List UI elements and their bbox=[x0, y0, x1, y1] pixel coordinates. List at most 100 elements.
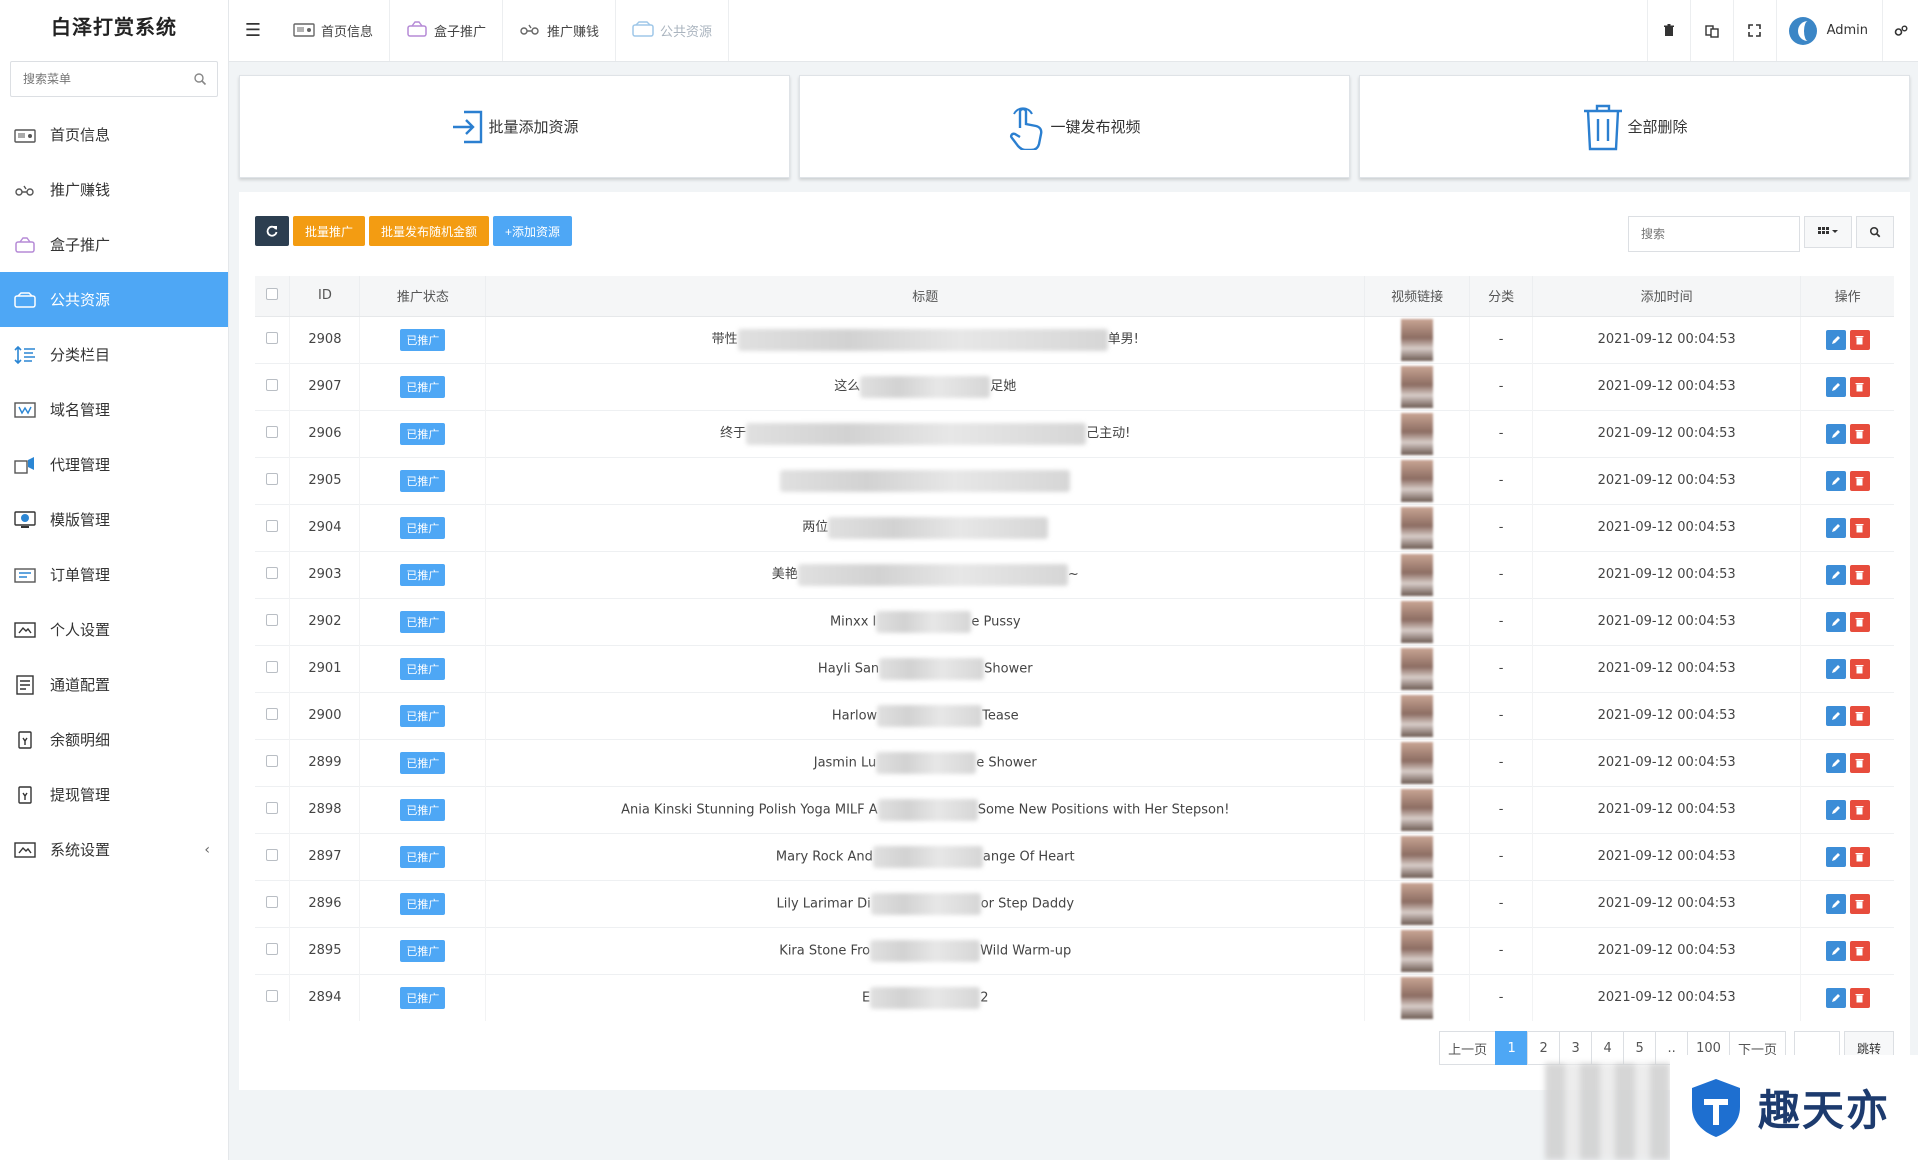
video-thumbnail[interactable] bbox=[1401, 694, 1434, 737]
edit-button[interactable] bbox=[1825, 470, 1846, 491]
delete-button[interactable] bbox=[1849, 470, 1870, 491]
delete-button[interactable] bbox=[1849, 940, 1870, 961]
row-checkbox[interactable] bbox=[266, 331, 279, 344]
table-row[interactable]: 2903 已推广 美艳 ~ - 2021-09-12 00:04:53 bbox=[255, 550, 1894, 598]
page-button[interactable]: 2 bbox=[1527, 1031, 1561, 1065]
row-checkbox[interactable] bbox=[266, 519, 279, 532]
table-row[interactable]: 2908 已推广 带性 单男! - 2021-09-12 00:04:53 bbox=[255, 315, 1894, 363]
table-row[interactable]: 2907 已推广 这么 足她 - 2021-09-12 00:04:53 bbox=[255, 362, 1894, 410]
delete-button[interactable] bbox=[1849, 611, 1870, 632]
delete-button[interactable] bbox=[1849, 376, 1870, 397]
col-category[interactable]: 分类 bbox=[1469, 276, 1533, 317]
video-thumbnail[interactable] bbox=[1401, 506, 1434, 549]
batch-promote-button[interactable]: 批量推广 bbox=[293, 216, 366, 246]
table-row[interactable]: 2906 已推广 终于 己主动! - 2021-09-12 00:04:53 bbox=[255, 409, 1894, 457]
delete-button[interactable] bbox=[1849, 517, 1870, 538]
sidebar-item-template[interactable]: 模版管理 bbox=[0, 492, 228, 547]
delete-button[interactable] bbox=[1849, 752, 1870, 773]
video-thumbnail[interactable] bbox=[1401, 835, 1434, 878]
sidebar-item-balance[interactable]: 余额明细 bbox=[0, 712, 228, 767]
sidebar-item-category[interactable]: 分类栏目 bbox=[0, 327, 228, 382]
top-tab-dashboard[interactable]: 首页信息 bbox=[277, 0, 391, 61]
page-button[interactable]: 1 bbox=[1495, 1031, 1529, 1065]
page-button[interactable]: 4 bbox=[1591, 1031, 1625, 1065]
col-add-time[interactable]: 添加时间 bbox=[1532, 276, 1801, 317]
row-checkbox[interactable] bbox=[266, 425, 279, 438]
edit-button[interactable] bbox=[1825, 799, 1846, 820]
row-checkbox[interactable] bbox=[266, 989, 279, 1002]
gears-icon[interactable] bbox=[1882, 0, 1918, 61]
table-row[interactable]: 2902 已推广 Minxx I e Pussy - 2021-09-12 00:… bbox=[255, 597, 1894, 645]
sidebar-item-resource[interactable]: 公共资源 bbox=[0, 272, 228, 327]
video-thumbnail[interactable] bbox=[1401, 741, 1434, 784]
col-id[interactable]: ID bbox=[289, 276, 360, 317]
table-row[interactable]: 2901 已推广 Hayli San Shower - 2021-09-12 00… bbox=[255, 644, 1894, 692]
refresh-button[interactable] bbox=[255, 216, 289, 246]
edit-button[interactable] bbox=[1825, 658, 1846, 679]
video-thumbnail[interactable] bbox=[1401, 788, 1434, 831]
edit-button[interactable] bbox=[1825, 329, 1846, 350]
edit-button[interactable] bbox=[1825, 846, 1846, 867]
row-checkbox[interactable] bbox=[266, 942, 279, 955]
batch-add-resource-card[interactable]: 批量添加资源 bbox=[239, 75, 790, 178]
trash-icon[interactable] bbox=[1646, 0, 1690, 61]
edit-button[interactable] bbox=[1825, 940, 1846, 961]
fullscreen-icon[interactable] bbox=[1732, 0, 1776, 61]
edit-button[interactable] bbox=[1825, 987, 1846, 1008]
sidebar-item-dashboard[interactable]: 首页信息 bbox=[0, 107, 228, 162]
top-tab-box[interactable]: 盒子推广 bbox=[390, 0, 504, 61]
top-tab-promote[interactable]: 推广赚钱 bbox=[503, 0, 617, 61]
table-row[interactable]: 2898 已推广 Ania Kinski Stunning Polish Yog… bbox=[255, 785, 1894, 833]
row-checkbox[interactable] bbox=[266, 895, 279, 908]
batch-publish-random-button[interactable]: 批量发布随机金额 bbox=[369, 216, 490, 246]
sidebar-item-agent[interactable]: 代理管理 bbox=[0, 437, 228, 492]
add-resource-button[interactable]: +添加资源 bbox=[493, 216, 573, 246]
user-menu[interactable]: Admin bbox=[1775, 0, 1882, 61]
row-checkbox[interactable] bbox=[266, 801, 279, 814]
delete-button[interactable] bbox=[1849, 893, 1870, 914]
page-button[interactable]: 3 bbox=[1559, 1031, 1593, 1065]
col-title[interactable]: 标题 bbox=[485, 276, 1365, 317]
sidebar-item-withdraw[interactable]: 提现管理 bbox=[0, 767, 228, 822]
table-row[interactable]: 2894 已推广 E2 - 2021-09-12 00:04:53 bbox=[255, 973, 1894, 1021]
menu-search-input[interactable] bbox=[11, 62, 217, 96]
columns-toggle-button[interactable] bbox=[1804, 216, 1852, 248]
page-button[interactable]: 5 bbox=[1623, 1031, 1657, 1065]
video-thumbnail[interactable] bbox=[1401, 647, 1434, 690]
sidebar-item-order[interactable]: 订单管理 bbox=[0, 547, 228, 602]
clear-cache-icon[interactable] bbox=[1689, 0, 1733, 61]
select-all-checkbox[interactable] bbox=[266, 287, 279, 300]
sidebar-item-domain[interactable]: 域名管理 bbox=[0, 382, 228, 437]
table-search-input[interactable] bbox=[1628, 216, 1800, 252]
sidebar-item-box[interactable]: 盒子推广 bbox=[0, 217, 228, 272]
edit-button[interactable] bbox=[1825, 564, 1846, 585]
delete-button[interactable] bbox=[1849, 799, 1870, 820]
col-video-link[interactable]: 视频链接 bbox=[1364, 276, 1470, 317]
table-row[interactable]: 2896 已推广 Lily Larimar Di or Step Daddy - … bbox=[255, 879, 1894, 927]
menu-toggle-icon[interactable]: ☰ bbox=[229, 0, 277, 61]
search-icon[interactable] bbox=[193, 72, 207, 86]
row-checkbox[interactable] bbox=[266, 472, 279, 485]
edit-button[interactable] bbox=[1825, 752, 1846, 773]
prev-page-button[interactable]: 上一页 bbox=[1439, 1031, 1497, 1065]
video-thumbnail[interactable] bbox=[1401, 882, 1434, 925]
delete-button[interactable] bbox=[1849, 658, 1870, 679]
top-tab-resource[interactable]: 公共资源 bbox=[616, 0, 730, 61]
edit-button[interactable] bbox=[1825, 517, 1846, 538]
table-row[interactable]: 2895 已推广 Kira Stone Fro Wild Warm-up - 20… bbox=[255, 926, 1894, 974]
search-button[interactable] bbox=[1856, 216, 1894, 248]
row-checkbox[interactable] bbox=[266, 660, 279, 673]
edit-button[interactable] bbox=[1825, 611, 1846, 632]
video-thumbnail[interactable] bbox=[1401, 976, 1434, 1019]
table-row[interactable]: 2899 已推广 Jasmin Lu e Shower - 2021-09-12 … bbox=[255, 738, 1894, 786]
row-checkbox[interactable] bbox=[266, 707, 279, 720]
delete-button[interactable] bbox=[1849, 423, 1870, 444]
delete-button[interactable] bbox=[1849, 705, 1870, 726]
row-checkbox[interactable] bbox=[266, 566, 279, 579]
row-checkbox[interactable] bbox=[266, 378, 279, 391]
delete-button[interactable] bbox=[1849, 846, 1870, 867]
video-thumbnail[interactable] bbox=[1401, 459, 1434, 502]
edit-button[interactable] bbox=[1825, 423, 1846, 444]
delete-button[interactable] bbox=[1849, 564, 1870, 585]
sidebar-item-promote[interactable]: 推广赚钱 bbox=[0, 162, 228, 217]
